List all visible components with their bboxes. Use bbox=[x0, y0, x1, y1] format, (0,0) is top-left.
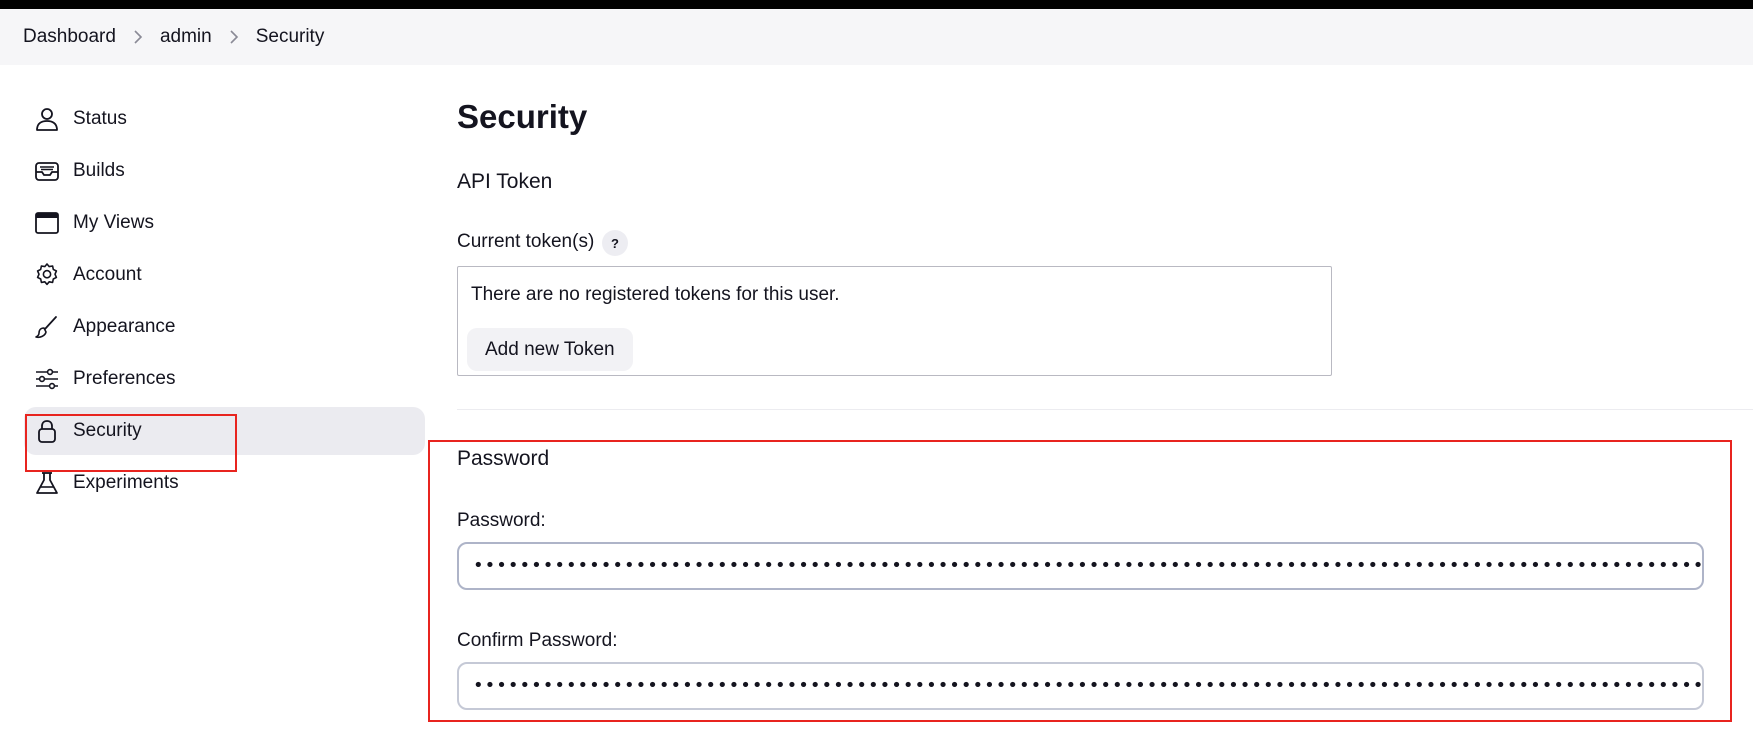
inbox-icon bbox=[35, 162, 59, 181]
sidebar-item-experiments[interactable]: Experiments bbox=[24, 459, 425, 507]
breadcrumb-admin[interactable]: admin bbox=[160, 26, 212, 48]
sidebar-item-label: Security bbox=[73, 420, 142, 441]
sidebar-item-label: Account bbox=[73, 264, 142, 285]
sliders-icon bbox=[36, 368, 58, 390]
sidebar-item-status[interactable]: Status bbox=[24, 95, 425, 143]
sidebar-item-account[interactable]: Account bbox=[24, 251, 425, 299]
confirm-password-field[interactable]: ••••••••••••••••••••••••••••••••••••••••… bbox=[457, 662, 1704, 710]
no-tokens-message: There are no registered tokens for this … bbox=[471, 284, 840, 305]
confirm-password-label: Confirm Password: bbox=[457, 630, 618, 651]
current-tokens-label: Current token(s) bbox=[457, 231, 595, 252]
sidebar-item-label: Builds bbox=[73, 160, 125, 181]
password-label: Password: bbox=[457, 510, 546, 531]
breadcrumb-security[interactable]: Security bbox=[256, 26, 325, 48]
sidebar: Status Builds My Views Account Appearanc… bbox=[0, 95, 425, 511]
password-field[interactable]: ••••••••••••••••••••••••••••••••••••••••… bbox=[457, 542, 1704, 590]
user-icon bbox=[36, 108, 58, 131]
brush-icon bbox=[35, 316, 57, 339]
lock-icon bbox=[38, 420, 56, 443]
sidebar-item-label: Experiments bbox=[73, 472, 179, 493]
sidebar-item-label: Preferences bbox=[73, 368, 176, 389]
gear-icon bbox=[36, 263, 58, 286]
chevron-right-icon bbox=[212, 30, 256, 44]
sidebar-item-label: My Views bbox=[73, 212, 154, 233]
token-list: There are no registered tokens for this … bbox=[457, 266, 1332, 376]
chevron-right-icon bbox=[116, 30, 160, 44]
window-icon bbox=[35, 212, 59, 234]
sidebar-item-appearance[interactable]: Appearance bbox=[24, 303, 425, 351]
password-heading: Password bbox=[457, 447, 550, 470]
sidebar-item-label: Appearance bbox=[73, 316, 176, 337]
sidebar-item-label: Status bbox=[73, 108, 127, 129]
sidebar-item-my-views[interactable]: My Views bbox=[24, 199, 425, 247]
section-divider bbox=[457, 409, 1753, 410]
top-strip bbox=[0, 0, 1753, 9]
sidebar-item-preferences[interactable]: Preferences bbox=[24, 355, 425, 403]
page-title: Security bbox=[457, 98, 588, 135]
help-icon[interactable]: ? bbox=[602, 230, 628, 256]
flask-icon bbox=[36, 472, 58, 494]
api-token-heading: API Token bbox=[457, 170, 553, 193]
sidebar-item-security[interactable]: Security bbox=[24, 407, 425, 455]
breadcrumb: Dashboard admin Security bbox=[0, 9, 1753, 65]
sidebar-item-builds[interactable]: Builds bbox=[24, 147, 425, 195]
add-new-token-button[interactable]: Add new Token bbox=[467, 328, 633, 371]
breadcrumb-dashboard[interactable]: Dashboard bbox=[23, 26, 116, 48]
